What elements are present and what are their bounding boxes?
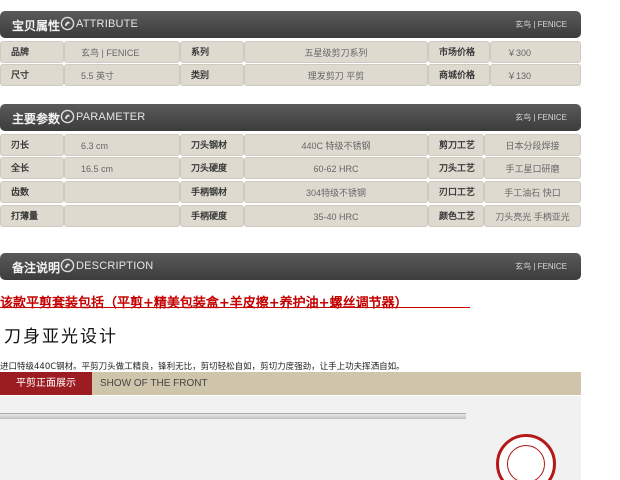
param-label: 手柄硬度 bbox=[180, 205, 244, 227]
attr-label: 品牌 bbox=[0, 41, 64, 63]
attr-value: 5.5 英寸 bbox=[64, 64, 180, 86]
attr-label: 类别 bbox=[180, 64, 244, 86]
parameter-header-bar: 主要参数 PARAMETER 玄鸟 | FENICE bbox=[0, 104, 581, 131]
attr-value: ￥130 bbox=[490, 64, 581, 86]
attr-value: 玄鸟 | FENICE bbox=[64, 41, 180, 63]
dragon-icon bbox=[60, 109, 75, 124]
product-photo bbox=[0, 396, 581, 480]
param-label: 刀头钢材 bbox=[180, 134, 244, 156]
param-value: 35-40 HRC bbox=[244, 205, 428, 227]
param-label: 打薄量 bbox=[0, 205, 64, 227]
param-label: 颜色工艺 bbox=[428, 205, 484, 227]
param-value bbox=[64, 181, 180, 203]
parameter-title: 主要参数 bbox=[12, 112, 61, 126]
seal-logo bbox=[496, 434, 556, 480]
promo-underline bbox=[0, 307, 470, 308]
description-title: 备注说明 bbox=[12, 261, 61, 275]
param-value: 刀头亮光 手柄亚光 bbox=[484, 205, 581, 227]
attr-label: 系列 bbox=[180, 41, 244, 63]
param-value: 440C 特级不锈钢 bbox=[244, 134, 428, 156]
param-label: 刀头工艺 bbox=[428, 157, 484, 179]
param-label: 刃口工艺 bbox=[428, 181, 484, 203]
description-text: 进口特级440C钢材。平剪刀头做工精良，锋利无比，剪切轻松自如，剪切力度强劲，让… bbox=[0, 362, 405, 372]
attr-value: 五星级剪刀系列 bbox=[244, 41, 428, 63]
param-value: 16.5 cm bbox=[64, 157, 180, 179]
param-value: 6.3 cm bbox=[64, 134, 180, 156]
parameter-brand: 玄鸟 | FENICE bbox=[515, 113, 567, 122]
section-tab[interactable]: 平剪正面展示 bbox=[0, 372, 92, 395]
param-value: 日本分段焊接 bbox=[484, 134, 581, 156]
headline: 刀身亚光设计 bbox=[4, 327, 118, 347]
param-value bbox=[64, 205, 180, 227]
attr-label: 市场价格 bbox=[428, 41, 490, 63]
description-english: DESCRIPTION bbox=[76, 260, 154, 272]
section-tab-english: SHOW OF THE FRONT bbox=[100, 378, 208, 389]
param-label: 刃长 bbox=[0, 134, 64, 156]
attribute-header-bar: 宝贝属性 ATTRIBUTE 玄鸟 | FENICE bbox=[0, 11, 581, 38]
promo-text: 该款平剪套装包括（平剪+精美包装盒+羊皮擦+养护油+螺丝调节器） bbox=[0, 296, 408, 311]
param-label: 剪刀工艺 bbox=[428, 134, 484, 156]
section-tab-bar: 平剪正面展示 SHOW OF THE FRONT bbox=[0, 372, 581, 395]
attr-value: ￥300 bbox=[490, 41, 581, 63]
param-label: 刀头硬度 bbox=[180, 157, 244, 179]
param-value: 304特级不锈钢 bbox=[244, 181, 428, 203]
param-label: 全长 bbox=[0, 157, 64, 179]
attr-label: 商城价格 bbox=[428, 64, 490, 86]
param-value: 手工星口研磨 bbox=[484, 157, 581, 179]
attr-value: 理发剪刀 平剪 bbox=[244, 64, 428, 86]
param-value: 手工油石 快口 bbox=[484, 181, 581, 203]
parameter-english: PARAMETER bbox=[76, 111, 146, 123]
attr-label: 尺寸 bbox=[0, 64, 64, 86]
seal-inner-ring bbox=[507, 445, 545, 480]
description-header-bar: 备注说明 DESCRIPTION 玄鸟 | FENICE bbox=[0, 253, 581, 280]
dragon-icon bbox=[60, 258, 75, 273]
attribute-title: 宝贝属性 bbox=[12, 19, 61, 33]
dragon-icon bbox=[60, 16, 75, 31]
attribute-english: ATTRIBUTE bbox=[76, 18, 139, 30]
param-value: 60-62 HRC bbox=[244, 157, 428, 179]
scissor-blade bbox=[0, 413, 466, 419]
param-label: 齿数 bbox=[0, 181, 64, 203]
param-label: 手柄钢材 bbox=[180, 181, 244, 203]
attribute-brand: 玄鸟 | FENICE bbox=[515, 20, 567, 29]
description-brand: 玄鸟 | FENICE bbox=[515, 262, 567, 271]
